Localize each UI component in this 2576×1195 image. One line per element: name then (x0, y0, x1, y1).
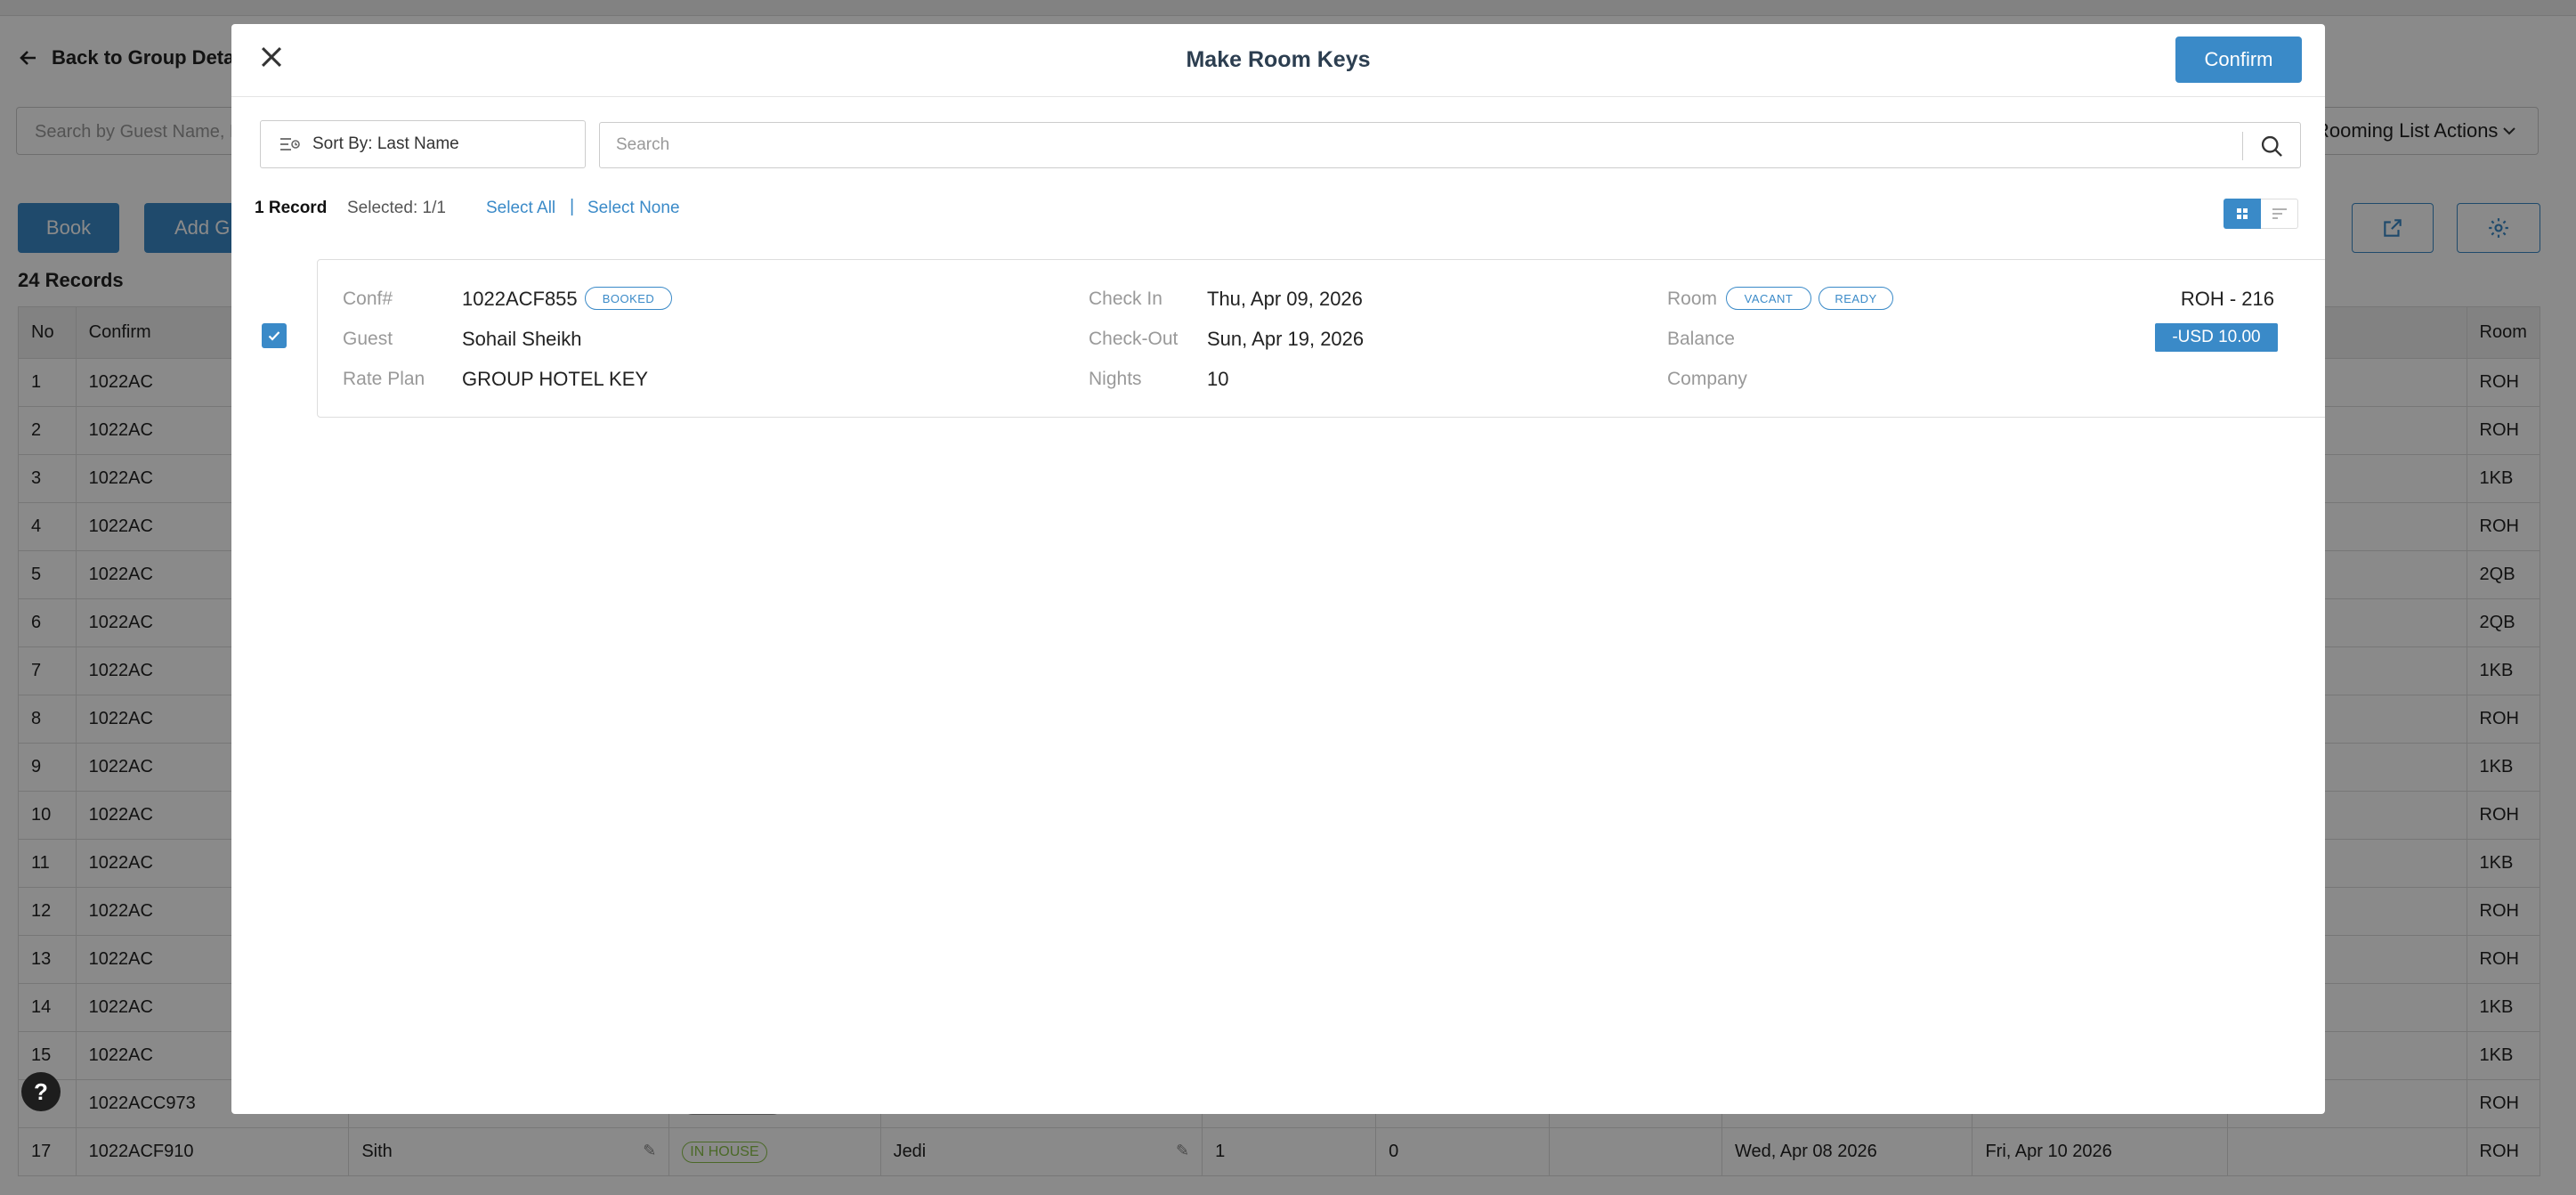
nights-label: Nights (1089, 369, 1142, 389)
select-none-link[interactable]: Select None (587, 199, 680, 218)
conf-label: Conf# (343, 289, 393, 309)
search-divider (2242, 132, 2243, 160)
status-badge: BOOKED (585, 287, 672, 310)
search-placeholder: Search (616, 135, 670, 154)
modal-title: Make Room Keys (1186, 47, 1371, 72)
ready-badge: READY (1819, 287, 1893, 310)
balance-label: Balance (1667, 329, 1735, 349)
vacant-badge: VACANT (1726, 287, 1811, 310)
room-value: ROH - 216 (2180, 288, 2274, 310)
reservation-checkbox[interactable] (262, 323, 287, 348)
rate-plan-value: GROUP HOTEL KEY (462, 368, 649, 390)
company-label: Company (1667, 369, 1747, 389)
list-icon (2272, 208, 2287, 219)
rate-plan-label: Rate Plan (343, 369, 425, 389)
guest-value: Sohail Sheikh (462, 328, 582, 350)
room-label: Room (1667, 289, 1718, 309)
sort-icon (280, 138, 300, 150)
conf-value: 1022ACF855 (462, 288, 578, 310)
sort-label: Sort By: Last Name (312, 134, 459, 153)
check-in-label: Check In (1089, 289, 1162, 309)
modal-header: Make Room Keys Confirm (231, 24, 2325, 97)
check-out-value: Sun, Apr 19, 2026 (1207, 328, 1365, 350)
record-count: 1 Record (255, 199, 328, 217)
guest-label: Guest (343, 329, 393, 349)
checkmark-icon (268, 331, 280, 341)
select-all-link[interactable]: Select All (486, 199, 555, 218)
grid-icon (2237, 208, 2248, 219)
search-icon[interactable] (2259, 134, 2284, 159)
grid-view-toggle[interactable] (2224, 199, 2261, 229)
nights-value: 10 (1207, 368, 1229, 390)
make-room-keys-modal: Make Room Keys Confirm Sort By: Last Nam… (231, 24, 2325, 1114)
sort-dropdown[interactable]: Sort By: Last Name (260, 120, 586, 168)
check-in-value: Thu, Apr 09, 2026 (1207, 288, 1363, 310)
modal-search-input[interactable]: Search (599, 122, 2301, 168)
confirm-button[interactable]: Confirm (2175, 37, 2302, 83)
reservation-card[interactable]: Conf# 1022ACF855 BOOKED Guest Sohail She… (317, 259, 2325, 418)
help-button[interactable]: ? (21, 1072, 61, 1111)
balance-value: -USD 10.00 (2155, 323, 2278, 352)
check-out-label: Check-Out (1089, 329, 1179, 349)
select-separator: | (570, 197, 575, 216)
list-view-toggle[interactable] (2261, 199, 2298, 229)
selected-count: Selected: 1/1 (347, 199, 446, 217)
